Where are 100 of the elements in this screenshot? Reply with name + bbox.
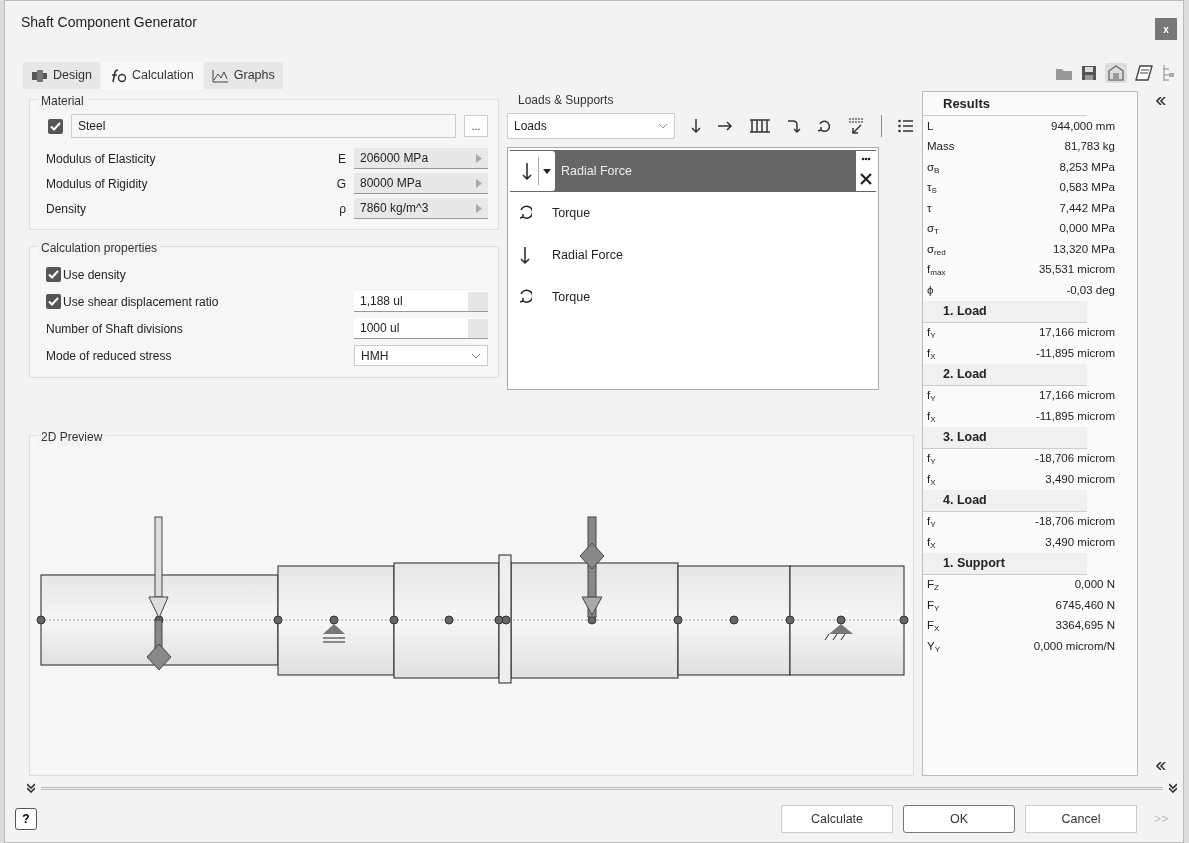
distributed-load-icon[interactable] — [749, 118, 771, 134]
expand-icon[interactable] — [1169, 783, 1177, 793]
triangle-icon — [476, 178, 482, 188]
material-field[interactable]: Steel — [71, 114, 456, 138]
chevron-icon — [471, 352, 481, 359]
notebook-icon[interactable] — [1135, 65, 1153, 81]
value-field[interactable]: 206000 MPa — [354, 148, 488, 169]
triangle-icon — [476, 203, 482, 213]
result-value: 0,000 MPa — [1059, 221, 1115, 237]
result-value: 944,000 mm — [1051, 118, 1115, 134]
property-label: Density — [46, 200, 87, 218]
select-field[interactable]: HMH — [354, 345, 488, 366]
dialog-button[interactable]: Calculate — [781, 805, 893, 833]
result-value: -11,895 microm — [1035, 408, 1115, 424]
collapse-icon[interactable] — [1156, 97, 1166, 105]
result-value: 6745,460 N — [1055, 597, 1115, 613]
result-label: Mass — [927, 139, 955, 155]
property-label: Use shear displacement ratio — [63, 293, 220, 311]
result-label: f$_{Y}$ — [927, 451, 936, 468]
dialog-button[interactable]: Cancel — [1025, 805, 1137, 833]
save-icon[interactable] — [1081, 65, 1097, 81]
result-label: f$_{X}$ — [927, 408, 936, 425]
result-label: τ — [927, 200, 932, 216]
load-item[interactable]: Torque — [510, 192, 876, 234]
window-title: Shaft Component Generator — [21, 12, 197, 32]
torque-icon[interactable] — [817, 119, 831, 133]
property-label: Mode of reduced stress — [46, 347, 173, 365]
value-field[interactable]: 1,188 ul — [354, 291, 488, 312]
checkbox[interactable] — [48, 118, 63, 134]
result-value: 17,166 microm — [1038, 325, 1115, 341]
result-value: 0,583 MPa — [1059, 180, 1115, 196]
bent-arrow-icon[interactable] — [787, 118, 801, 134]
filter-select[interactable]: Loads — [507, 113, 675, 139]
value-field[interactable]: 7860 kg/m^3 — [354, 198, 488, 219]
result-label: σ$_{red}$ — [927, 241, 946, 258]
down-arrow-icon[interactable] — [691, 118, 701, 134]
dialog-button[interactable]: OK — [903, 805, 1015, 833]
support-symbol — [824, 624, 853, 641]
tab[interactable]: Design — [23, 62, 100, 89]
symbol-label: E — [338, 150, 346, 168]
caret-icon[interactable] — [543, 168, 551, 174]
result-value: 35,531 microm — [1038, 262, 1115, 278]
function-icon — [109, 68, 127, 83]
result-value: 13,320 MPa — [1053, 241, 1115, 257]
result-label: f$_{Y}$ — [927, 514, 936, 531]
list-icon[interactable] — [898, 119, 914, 133]
result-value: -11,895 microm — [1035, 345, 1115, 361]
down-arrow-icon — [518, 245, 532, 265]
down-arrow-icon[interactable] — [520, 161, 534, 181]
result-label: τ$_{S}$ — [927, 180, 937, 197]
result-label: f$_{X}$ — [927, 471, 936, 488]
delete-icon[interactable] — [860, 173, 872, 185]
collapse-icon[interactable] — [1156, 762, 1166, 770]
result-heading: 1. Load — [923, 300, 1087, 323]
result-label: f$_{X}$ — [927, 534, 936, 551]
result-label: ϕ — [927, 282, 934, 298]
tab[interactable]: Graphs — [203, 62, 283, 89]
load-item[interactable]: Radial Force — [510, 234, 876, 276]
shaft-icon — [31, 68, 48, 83]
more-icon[interactable] — [861, 157, 871, 161]
result-heading: 3. Load — [923, 426, 1087, 449]
value-field[interactable]: 1000 ul — [354, 318, 488, 339]
result-heading: 4. Load — [923, 489, 1087, 512]
result-value: 0,000 N — [1074, 577, 1115, 593]
symbol-label: ρ — [339, 200, 346, 218]
result-value: 17,166 microm — [1038, 388, 1115, 404]
result-value: -0,03 deg — [1066, 282, 1115, 298]
support-symbol — [322, 624, 346, 643]
load-item[interactable]: Radial Force — [510, 150, 876, 192]
result-label: F$_{Y}$ — [927, 597, 940, 614]
help-button[interactable]: ? — [15, 808, 37, 830]
value-field[interactable]: 80000 MPa — [354, 173, 488, 194]
symbol-label: G — [336, 175, 346, 193]
expand-icon[interactable] — [27, 783, 35, 793]
result-value: -18,706 microm — [1035, 514, 1115, 530]
right-arrow-icon[interactable] — [717, 121, 733, 131]
result-value: 7,442 MPa — [1059, 200, 1115, 216]
result-label: f$_{Y}$ — [927, 388, 936, 405]
result-value: 81,783 kg — [1064, 139, 1115, 155]
result-value: -18,706 microm — [1035, 451, 1115, 467]
triangle-icon — [476, 153, 482, 163]
chevron-icon — [658, 123, 668, 129]
result-label: f$_{X}$ — [927, 345, 936, 362]
result-heading: 1. Support — [923, 552, 1087, 575]
result-value: 3,490 microm — [1045, 471, 1115, 487]
property-label: Number of Shaft divisions — [46, 320, 184, 338]
result-label: F$_{Z}$ — [927, 577, 939, 594]
checkbox[interactable] — [46, 267, 61, 282]
result-value: 3,490 microm — [1045, 534, 1115, 550]
property-label: Use density — [63, 266, 127, 284]
load-item[interactable]: Torque — [510, 276, 876, 318]
browse-button[interactable]: ... — [464, 115, 488, 137]
tab[interactable]: Calculation — [101, 62, 202, 89]
close-button[interactable]: x — [1155, 18, 1177, 40]
result-label: Y$_{Y}$ — [927, 638, 941, 655]
property-label: Modulus of Elasticity — [46, 150, 157, 168]
checkbox[interactable] — [46, 294, 61, 309]
coordinate-arrow-icon[interactable] — [847, 117, 865, 135]
result-label: F$_{X}$ — [927, 618, 940, 635]
result-label: σ$_{B}$ — [927, 159, 940, 176]
